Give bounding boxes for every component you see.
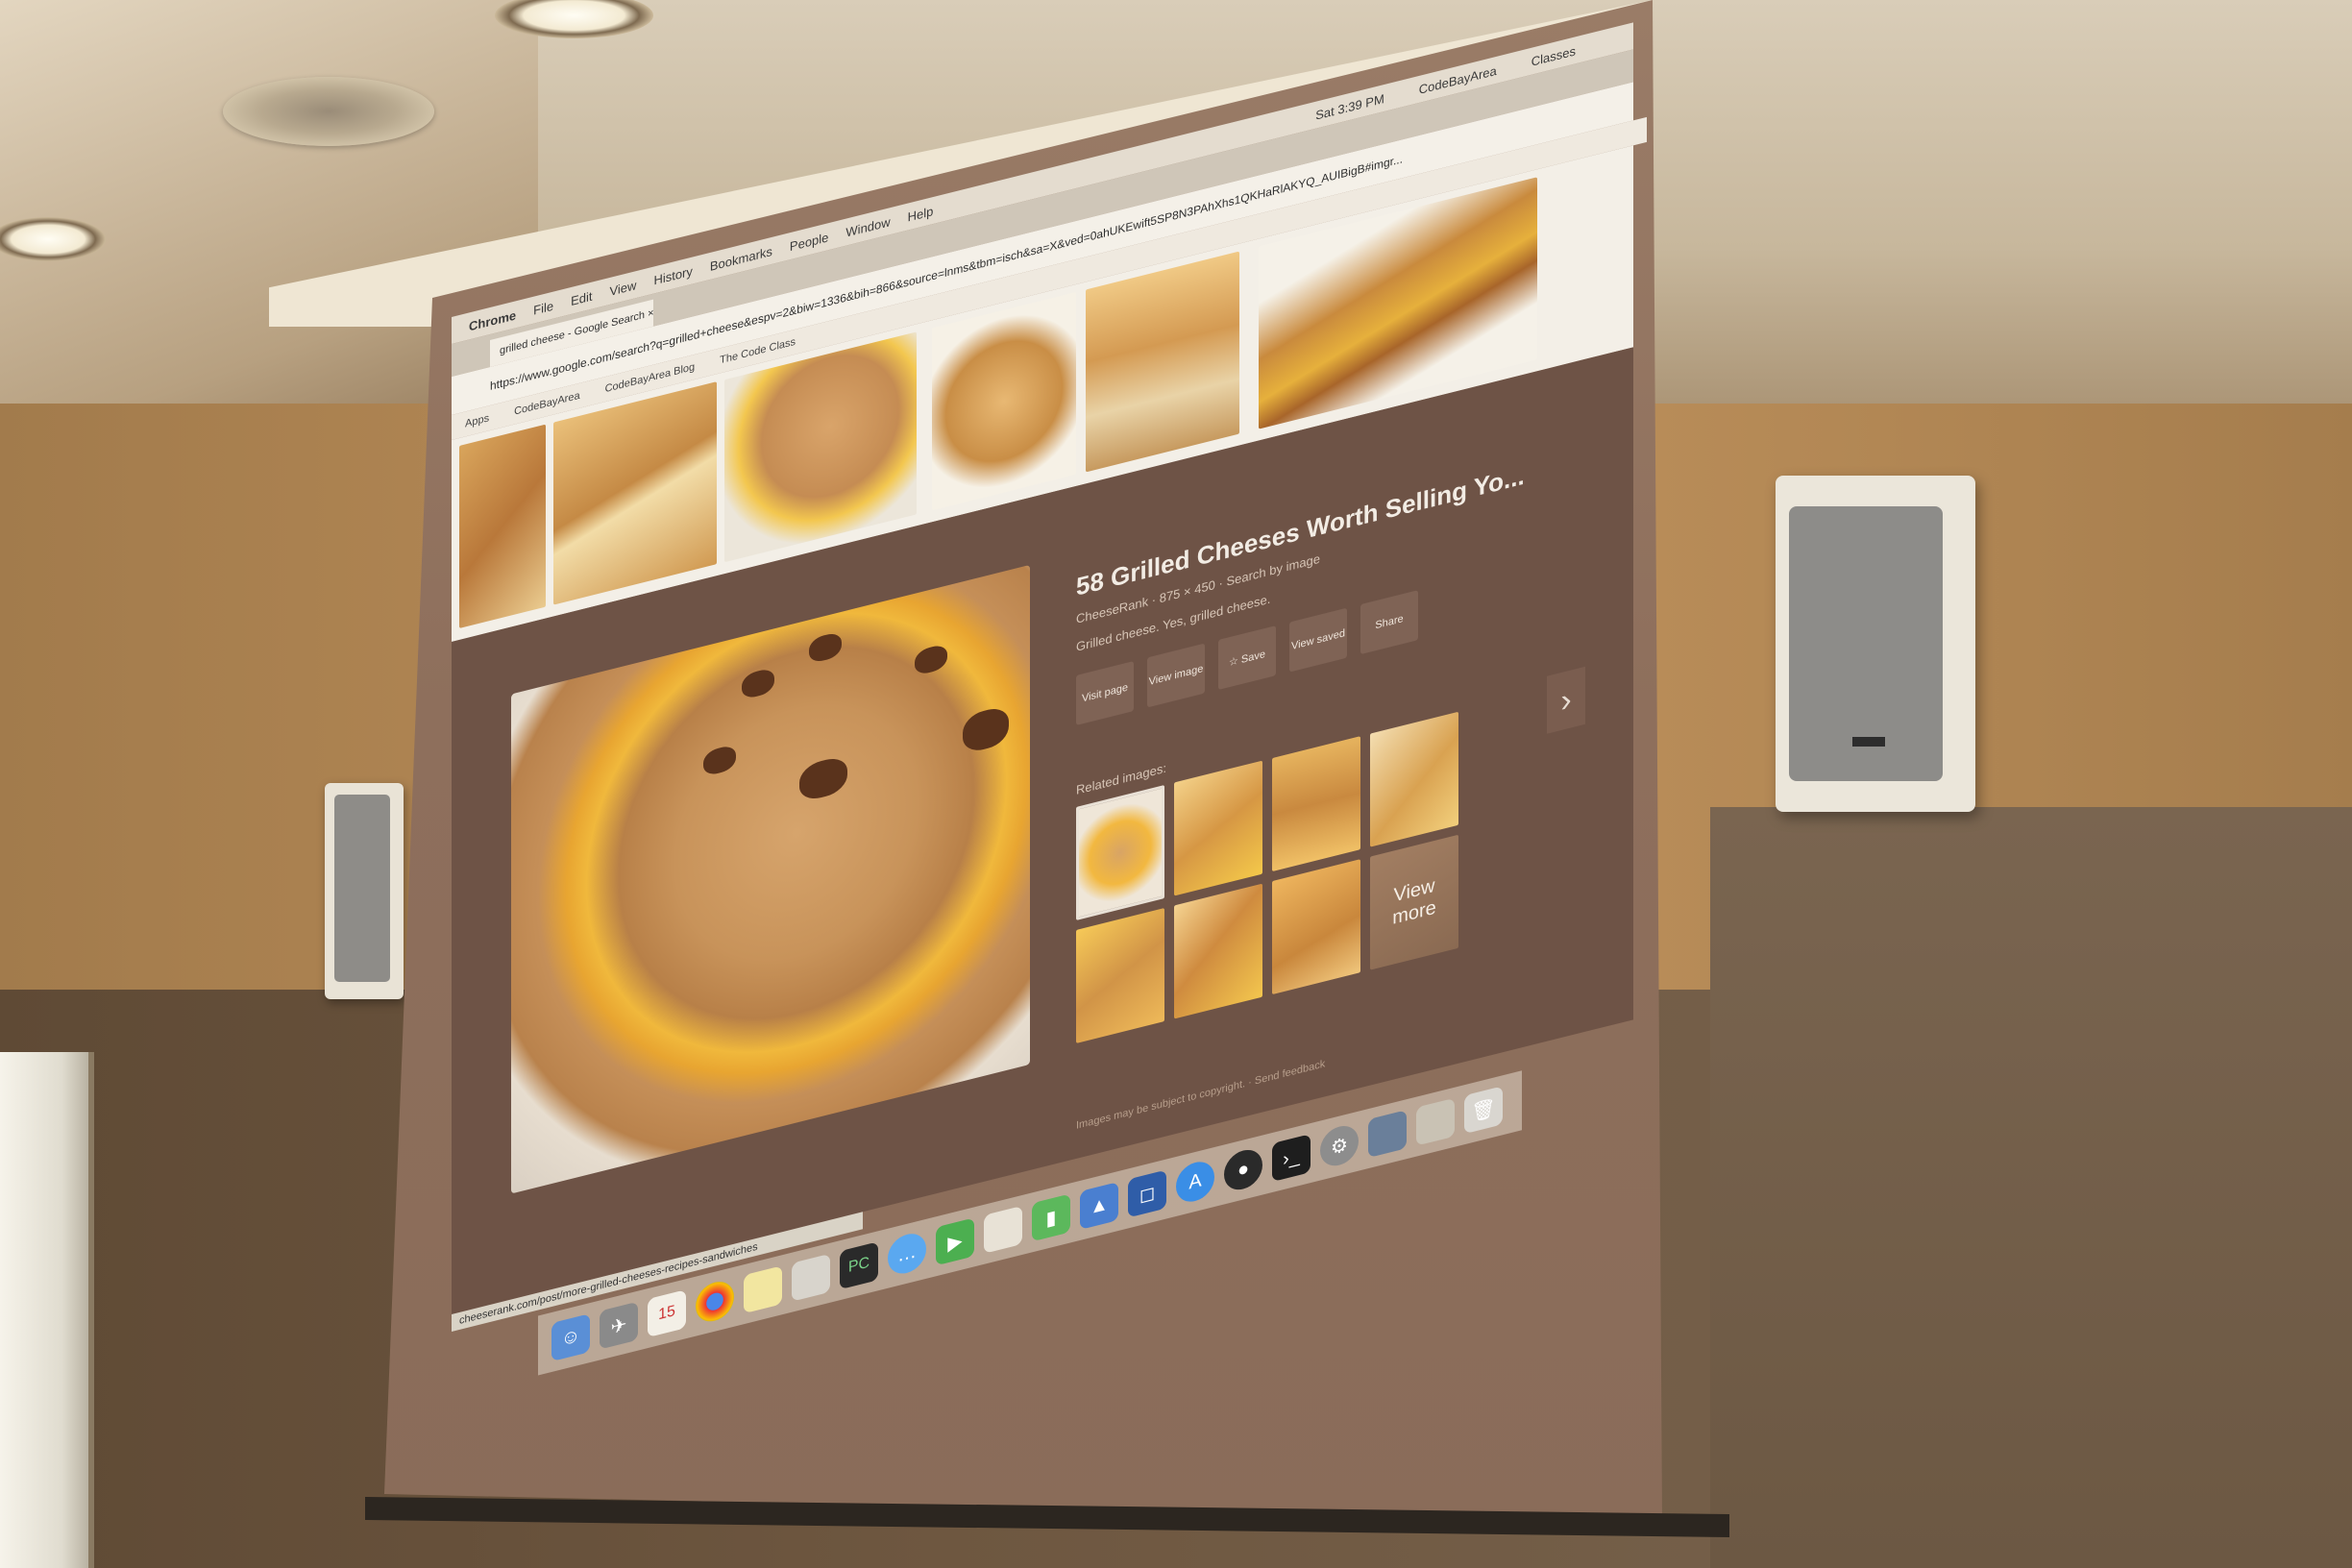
result-thumbnail[interactable] [932, 291, 1076, 511]
numbers-icon[interactable]: ▮ [1032, 1193, 1070, 1242]
preview-image[interactable] [511, 564, 1030, 1194]
chocolate-chip [963, 704, 1009, 755]
menu-people[interactable]: People [790, 230, 828, 254]
chrome-icon[interactable] [696, 1277, 734, 1326]
system-preferences-icon[interactable]: ⚙ [1320, 1121, 1359, 1170]
share-button[interactable]: Share [1360, 590, 1418, 655]
view-saved-button[interactable]: View saved [1289, 607, 1347, 673]
related-image[interactable] [1174, 883, 1262, 1019]
chocolate-chip [703, 744, 736, 777]
documents-folder-icon[interactable] [1416, 1097, 1455, 1146]
wall-speaker-right [1776, 476, 1975, 812]
notes-icon[interactable] [744, 1265, 782, 1314]
bookmark-apps[interactable]: Apps [465, 412, 489, 429]
related-image[interactable] [1272, 859, 1360, 995]
pycharm-icon[interactable]: PC [840, 1241, 878, 1290]
ceiling-speaker [223, 77, 434, 146]
view-image-button[interactable]: View image [1147, 643, 1205, 708]
wall-panel-right [1710, 807, 2352, 1568]
downloads-folder-icon[interactable] [1368, 1110, 1407, 1159]
related-image[interactable] [1370, 711, 1458, 847]
facetime-icon[interactable]: ▶ [936, 1217, 974, 1266]
terminal-icon[interactable]: ›_ [1272, 1134, 1311, 1183]
pages-icon[interactable] [984, 1205, 1022, 1254]
related-image[interactable] [1076, 907, 1164, 1043]
menu-view[interactable]: View [609, 278, 636, 299]
preview-icon[interactable] [792, 1253, 830, 1302]
wall-speaker-left [325, 783, 404, 999]
save-button[interactable]: ☆ Save [1218, 625, 1276, 691]
github-icon[interactable]: ● [1224, 1145, 1262, 1194]
related-image[interactable] [1076, 784, 1164, 920]
result-thumbnail[interactable] [1086, 251, 1239, 473]
next-arrow-icon[interactable]: › [1547, 666, 1585, 734]
trash-icon[interactable]: 🗑 [1464, 1086, 1503, 1135]
related-images-grid: View more [1076, 706, 1480, 1043]
visit-page-button[interactable]: Visit page [1076, 660, 1134, 725]
result-info: 58 Grilled Cheeses Worth Selling Yo... C… [1076, 461, 1525, 1043]
view-more-tile[interactable]: View more [1370, 834, 1458, 970]
launchpad-icon[interactable]: ✈ [600, 1301, 638, 1350]
copyright-note: Images may be subject to copyright. · Se… [1076, 1058, 1326, 1132]
result-thumbnail-selected[interactable] [724, 331, 917, 563]
related-image[interactable] [1272, 736, 1360, 872]
chocolate-chip [809, 630, 842, 665]
calendar-icon[interactable]: 15 [648, 1289, 686, 1338]
messages-icon[interactable]: … [888, 1229, 926, 1278]
menu-history[interactable]: History [653, 263, 692, 287]
finder-icon[interactable]: ☺ [551, 1313, 590, 1362]
app-store-icon[interactable]: A [1176, 1158, 1214, 1207]
chocolate-chip [799, 754, 847, 803]
related-image[interactable] [1174, 760, 1262, 896]
menu-help[interactable]: Help [908, 203, 934, 224]
result-thumbnail[interactable] [459, 424, 546, 629]
result-thumbnail[interactable] [553, 381, 717, 605]
menu-file[interactable]: File [533, 298, 553, 317]
sourcetree-icon[interactable]: ◻ [1128, 1169, 1166, 1218]
doorway [0, 1052, 94, 1568]
chocolate-chip [915, 643, 947, 676]
keynote-icon[interactable]: ▲ [1080, 1181, 1118, 1230]
chocolate-chip [742, 667, 774, 700]
menu-edit[interactable]: Edit [571, 288, 592, 308]
